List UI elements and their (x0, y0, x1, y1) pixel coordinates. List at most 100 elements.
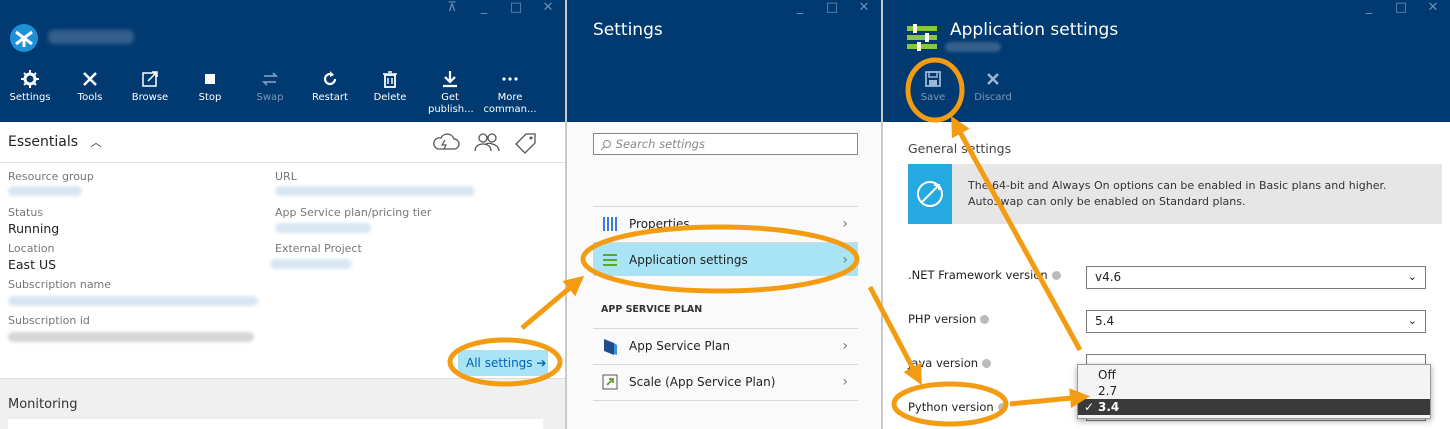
search-settings-box[interactable]: Search settings (593, 133, 858, 155)
info-banner-text: The 64-bit and Always On options can be … (968, 179, 1387, 208)
web-app-blade: ⊼ _ □ ✕ Settings Tools Browse Stop Swap … (0, 0, 567, 429)
maximize-icon[interactable]: □ (825, 0, 839, 15)
all-settings-link[interactable]: All settings ➔ (458, 350, 548, 376)
external-project-label: External Project (275, 242, 362, 255)
java-version-label-text: Java version (908, 356, 979, 370)
swap-button[interactable]: Swap (240, 70, 300, 116)
minimize-icon[interactable]: _ (1362, 0, 1376, 15)
python-option-label: 3.4 (1098, 400, 1120, 414)
all-settings-label: All settings (466, 356, 533, 370)
minimize-icon[interactable]: _ (477, 0, 491, 15)
app-name-redacted (945, 42, 1001, 52)
settings-blade: Settings _ □ ✕ Search settings Propertie… (567, 0, 883, 429)
nav-item-app-service-plan[interactable]: App Service Plan › (593, 328, 858, 362)
get-publish-profile-button[interactable]: Get publish... (420, 70, 480, 116)
maximize-icon[interactable]: □ (1394, 0, 1408, 15)
delete-button[interactable]: Delete (360, 70, 420, 116)
browse-button[interactable]: Browse (120, 70, 180, 116)
app-service-logo-icon (10, 24, 38, 52)
tools-icon (83, 72, 97, 86)
restart-button[interactable]: Restart (300, 70, 360, 116)
chevron-up-icon: ︿ (90, 136, 102, 149)
maximize-icon[interactable]: □ (509, 0, 523, 15)
chevron-down-icon: ⌄ (1407, 314, 1417, 327)
minimize-icon[interactable]: _ (793, 0, 807, 15)
close-icon[interactable]: ✕ (541, 0, 555, 15)
discard-button[interactable]: Discard (963, 70, 1023, 104)
pin-icon[interactable]: ⊼ (445, 0, 459, 15)
info-banner: The 64-bit and Always On options can be … (908, 164, 1442, 224)
window-buttons: _ □ ✕ (793, 0, 871, 15)
net-framework-select[interactable]: v4.6 ⌄ (1086, 266, 1426, 289)
close-icon[interactable]: ✕ (1426, 0, 1440, 15)
essentials-header[interactable]: Essentials ︿ (8, 134, 102, 150)
php-version-value: 5.4 (1095, 314, 1115, 328)
settings-button[interactable]: Settings (0, 70, 60, 116)
cloud-icon[interactable] (432, 132, 460, 152)
scale-icon (602, 374, 618, 389)
nav-item-label: Application settings (629, 252, 748, 267)
arrow-right-icon: ➔ (536, 356, 547, 370)
tools-label: Tools (77, 92, 103, 103)
info-icon (1051, 271, 1061, 280)
restart-label: Restart (312, 92, 348, 103)
chevron-right-icon: › (842, 337, 848, 354)
download-icon (443, 71, 457, 88)
nav-item-label: Properties (629, 216, 690, 231)
application-settings-logo-icon (907, 24, 937, 51)
search-placeholder: Search settings (615, 137, 705, 151)
net-framework-label: .NET Framework version (908, 268, 1061, 282)
stop-label: Stop (198, 92, 222, 103)
python-version-dropdown[interactable]: Off 2.7 ✓ 3.4 (1077, 364, 1431, 419)
command-bar: Save Discard (903, 70, 1023, 104)
monitoring-section: Monitoring (0, 378, 565, 429)
net-framework-value: v4.6 (1095, 270, 1122, 284)
search-icon (600, 139, 611, 150)
delete-label: Delete (373, 92, 407, 103)
save-button[interactable]: Save (903, 70, 963, 104)
location-value: East US (8, 257, 57, 272)
discard-label: Discard (974, 92, 1012, 103)
browse-label: Browse (131, 92, 169, 103)
stop-icon (205, 74, 215, 84)
python-version-label-text: Python version (908, 400, 994, 414)
java-version-label: Java version (908, 356, 992, 370)
restart-icon (323, 71, 337, 86)
get-publish-label: Get publish... (428, 92, 474, 115)
close-icon[interactable]: ✕ (857, 0, 871, 15)
command-bar: Settings Tools Browse Stop Swap Restart (0, 70, 540, 116)
more-commands-button[interactable]: More comman... (480, 70, 540, 116)
nav-item-properties[interactable]: Properties › (593, 206, 858, 240)
stop-button[interactable]: Stop (180, 70, 240, 116)
save-label: Save (920, 92, 946, 103)
python-option-2-7[interactable]: 2.7 (1078, 383, 1430, 399)
url-label: URL (275, 170, 297, 183)
chevron-right-icon: › (842, 215, 848, 232)
nav-item-label: Scale (App Service Plan) (629, 374, 776, 389)
application-settings-header: Application settings _ □ ✕ Save Discard (883, 0, 1450, 122)
checkmark-icon: ✓ (1084, 400, 1095, 414)
more-icon (502, 77, 518, 81)
browse-icon (142, 71, 158, 87)
nav-item-scale[interactable]: Scale (App Service Plan) › (593, 364, 858, 398)
location-label: Location (8, 242, 55, 255)
app-service-plan-icon (604, 338, 617, 355)
swap-icon (261, 72, 279, 86)
nav-item-application-settings[interactable]: Application settings › (593, 242, 858, 276)
php-version-select[interactable]: 5.4 ⌄ (1086, 310, 1426, 333)
tools-button[interactable]: Tools (60, 70, 120, 116)
settings-title: Settings (593, 20, 663, 40)
monitoring-title: Monitoring (8, 397, 78, 412)
python-version-label: Python version (908, 400, 1007, 414)
tag-icon[interactable] (514, 132, 538, 154)
resource-group-value-redacted (8, 186, 82, 196)
properties-icon (603, 216, 617, 231)
python-option-3-4[interactable]: ✓ 3.4 (1078, 399, 1430, 415)
info-icon (997, 403, 1007, 412)
users-icon[interactable] (474, 132, 500, 152)
more-commands-label: More comman... (483, 92, 537, 115)
info-banner-icon (908, 164, 952, 224)
gear-icon (21, 70, 39, 88)
plan-value-redacted (275, 223, 371, 233)
python-option-off[interactable]: Off (1078, 367, 1430, 383)
